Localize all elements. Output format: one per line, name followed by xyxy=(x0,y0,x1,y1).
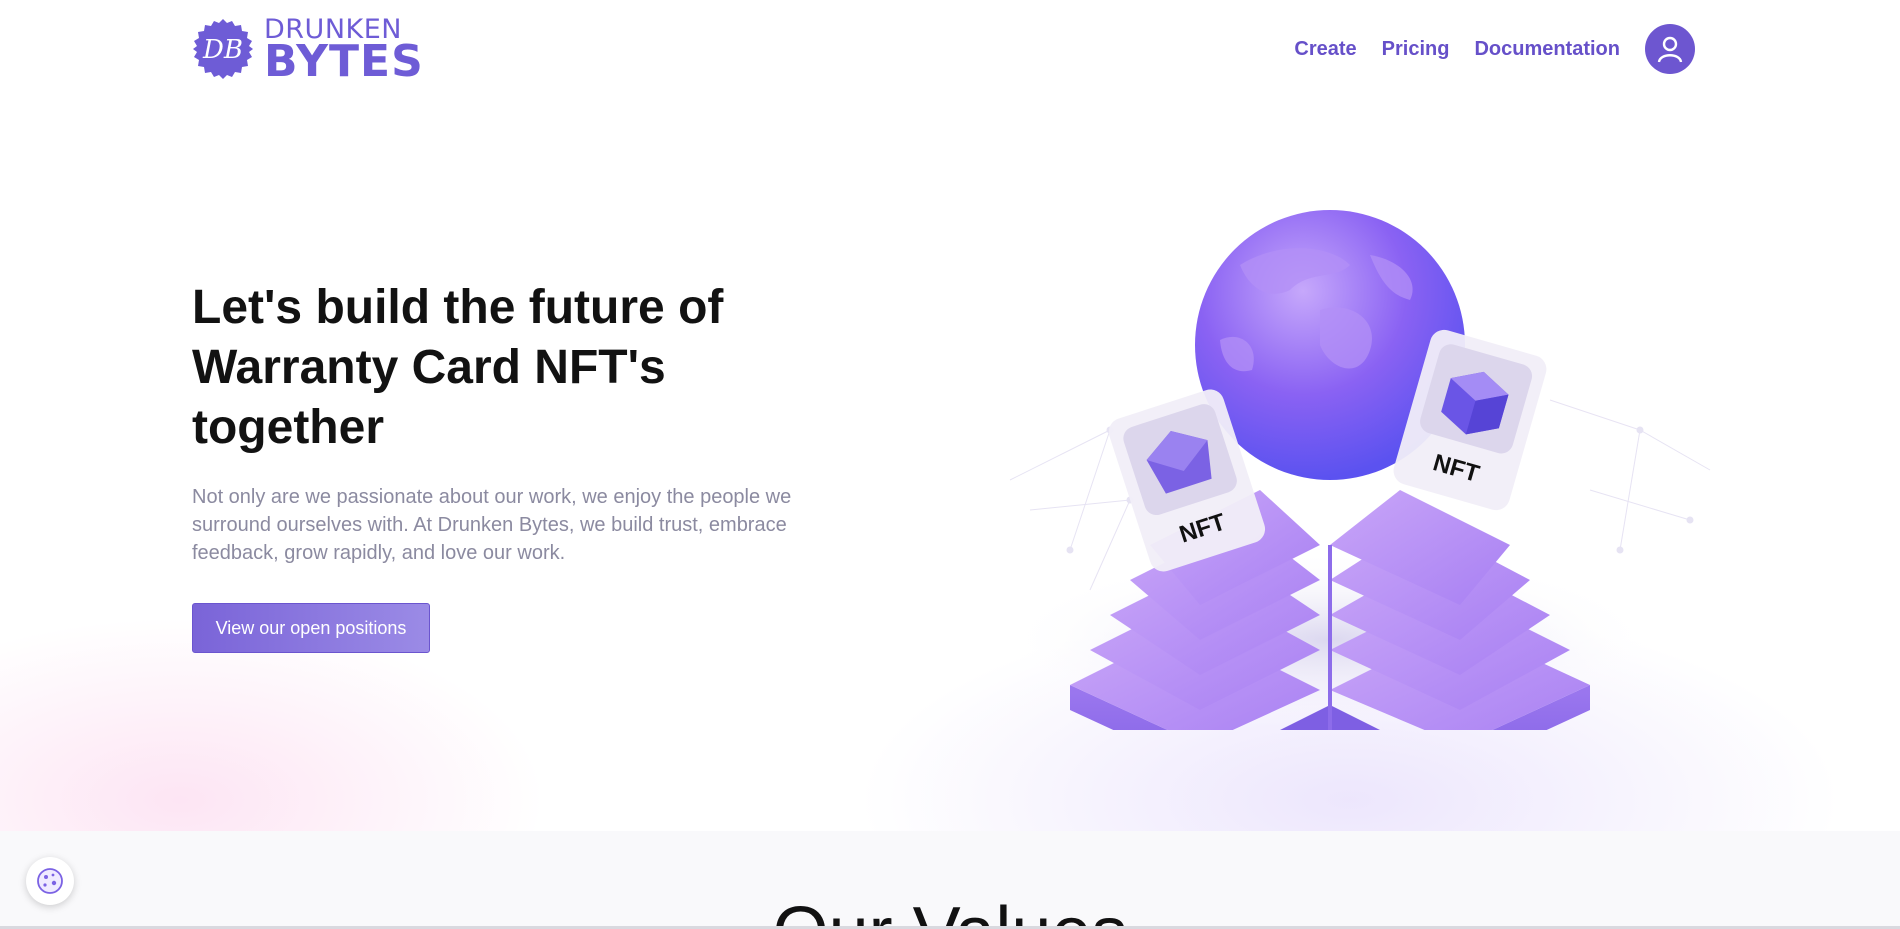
values-heading: Our Values xyxy=(0,893,1900,929)
brand-wordmark: DRUNKEN BYTES xyxy=(264,16,424,87)
values-section: Our Values xyxy=(0,831,1900,929)
nav-create-link[interactable]: Create xyxy=(1294,38,1356,61)
main-nav: Create Pricing Documentation xyxy=(1269,24,1695,74)
user-avatar-button[interactable] xyxy=(1645,24,1695,74)
logo-initials: DB xyxy=(202,35,243,65)
open-positions-button[interactable]: View our open positions xyxy=(192,603,430,653)
logo-badge-icon: DB xyxy=(193,18,253,79)
brand-logo[interactable]: DB DRUNKEN BYTES xyxy=(192,16,424,87)
hero-section: Let's build the future of Warranty Card … xyxy=(0,100,1900,831)
site-header: DB DRUNKEN BYTES Create Pricing Document… xyxy=(0,0,1900,100)
brand-name-line2: BYTES xyxy=(264,36,424,87)
hero-title: Let's build the future of Warranty Card … xyxy=(192,281,724,454)
cookie-icon xyxy=(37,868,63,894)
nft-globe-illustration: NFT NFT xyxy=(1000,210,1711,730)
user-icon xyxy=(1657,36,1683,63)
hero-description: Not only are we passionate about our wor… xyxy=(192,486,792,564)
nav-documentation-link[interactable]: Documentation xyxy=(1474,38,1620,61)
cookie-settings-button[interactable] xyxy=(26,857,74,905)
nav-pricing-link[interactable]: Pricing xyxy=(1382,38,1450,61)
